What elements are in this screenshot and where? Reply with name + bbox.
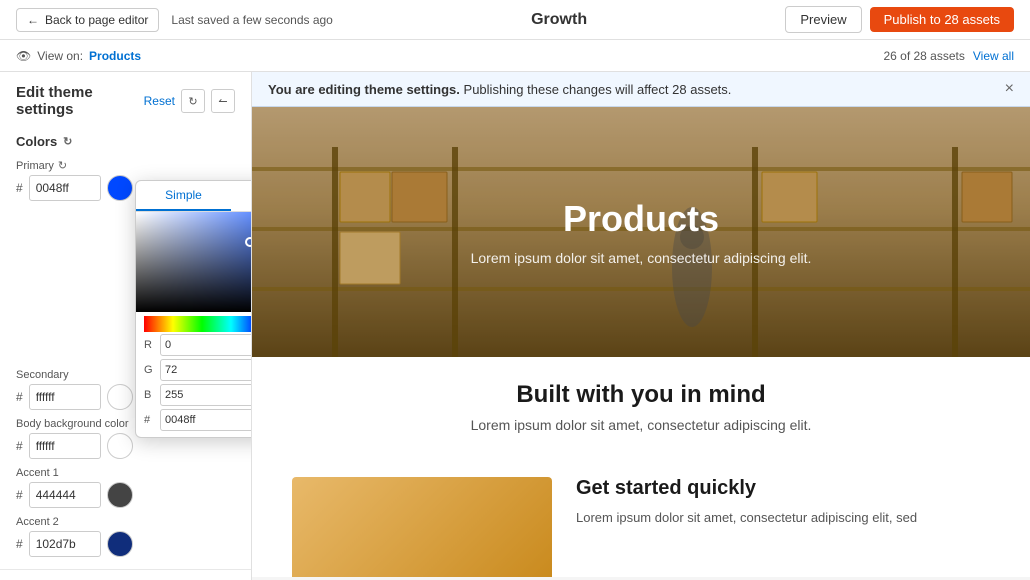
body-bg-swatch[interactable] (107, 433, 133, 459)
b-input[interactable] (160, 384, 252, 406)
asset-count-text: 26 of 28 assets (883, 49, 964, 63)
text-column: Get started quickly Lorem ipsum dolor si… (576, 477, 990, 577)
redo-button[interactable]: ↼ (211, 89, 235, 113)
color-gradient-canvas[interactable] (136, 212, 252, 312)
hero-subtitle: Lorem ipsum dolor sit amet, consectetur … (471, 250, 812, 266)
notification-close-button[interactable]: × (1005, 80, 1014, 98)
simple-tab[interactable]: Simple (136, 181, 231, 211)
accent1-swatch[interactable] (107, 482, 133, 508)
accent1-input-row: # (16, 482, 235, 508)
app-title: Growth (531, 11, 587, 29)
g-row: G (144, 359, 252, 381)
asset-count-section: 26 of 28 assets View all (883, 49, 1014, 63)
preview-area: Products Lorem ipsum dolor sit amet, con… (252, 107, 1030, 577)
primary-color-swatch[interactable] (107, 175, 133, 201)
view-all-link[interactable]: View all (973, 49, 1014, 63)
section-divider (0, 569, 251, 570)
preview-button[interactable]: Preview (785, 6, 861, 33)
section-image-placeholder (292, 477, 552, 577)
color-picker-popup: Simple Advanced R G B (135, 180, 252, 438)
top-bar-right: Preview Publish to 28 assets (785, 6, 1014, 33)
accent1-hash: # (16, 488, 23, 502)
notification-bar: You are editing theme settings. Publishi… (252, 72, 1030, 107)
back-to-editor-button[interactable]: ← Back to page editor (16, 8, 159, 32)
accent2-input[interactable] (29, 531, 101, 557)
primary-color-input[interactable] (29, 175, 101, 201)
chevron-left-icon: ← (27, 13, 39, 27)
r-input[interactable] (160, 334, 252, 356)
b-row: B (144, 384, 252, 406)
panel-title: Edit theme settings (16, 84, 144, 118)
notification-bold: You are editing theme settings. (268, 82, 460, 97)
accent2-hash: # (16, 537, 23, 551)
view-on-label: View on: (37, 49, 83, 63)
g-label: G (144, 364, 156, 376)
publish-button[interactable]: Publish to 28 assets (870, 7, 1014, 32)
accent2-input-row: # (16, 531, 235, 557)
hero-content: Products Lorem ipsum dolor sit amet, con… (252, 107, 1030, 357)
accent1-label: Accent 1 (16, 467, 235, 479)
body-bg-hash: # (16, 439, 23, 453)
picker-cursor (245, 237, 252, 247)
g-input[interactable] (160, 359, 252, 381)
right-panel: You are editing theme settings. Publishi… (252, 72, 1030, 580)
r-row: R (144, 334, 252, 356)
primary-hash: # (16, 181, 23, 195)
col-title: Get started quickly (576, 477, 990, 500)
accent2-color-row: Accent 2 # (0, 512, 251, 561)
advanced-tab[interactable]: Advanced (231, 181, 252, 211)
accent1-color-row: Accent 1 # (0, 463, 251, 512)
section2-body: Lorem ipsum dolor sit amet, consectetur … (292, 417, 990, 433)
picker-sliders: R G B # (136, 316, 252, 437)
colors-label: Colors (16, 134, 57, 149)
left-panel: Edit theme settings Reset ↻ ↼ Colors ↻ P… (0, 72, 252, 580)
panel-header: Edit theme settings Reset ↻ ↼ (0, 72, 251, 126)
notification-text: You are editing theme settings. Publishi… (268, 82, 731, 97)
back-label: Back to page editor (45, 13, 148, 27)
accent2-label: Accent 2 (16, 516, 235, 528)
view-on-value[interactable]: Products (89, 49, 141, 63)
notification-body: Publishing these changes will affect 28 … (464, 82, 732, 97)
accent2-swatch[interactable] (107, 531, 133, 557)
body-bg-input[interactable] (29, 433, 101, 459)
hex-row: # (144, 409, 252, 431)
saved-indicator: Last saved a few seconds ago (171, 13, 332, 27)
asset-bar: 👁 View on: Products 26 of 28 assets View… (0, 40, 1030, 72)
hero-title: Products (471, 198, 812, 240)
accent1-input[interactable] (29, 482, 101, 508)
b-label: B (144, 389, 156, 401)
hex-hash-label: # (144, 414, 156, 426)
picker-tabs: Simple Advanced (136, 181, 252, 212)
secondary-hash: # (16, 390, 23, 404)
top-bar: ← Back to page editor Last saved a few s… (0, 0, 1030, 40)
undo-button[interactable]: ↻ (181, 89, 205, 113)
primary-color-label: Primary ↻ (16, 159, 235, 172)
section2-title: Built with you in mind (292, 381, 990, 409)
primary-refresh-icon[interactable]: ↻ (58, 159, 67, 172)
main-layout: Edit theme settings Reset ↻ ↼ Colors ↻ P… (0, 72, 1030, 580)
refresh-icon[interactable]: ↻ (63, 135, 72, 148)
secondary-color-swatch[interactable] (107, 384, 133, 410)
r-label: R (144, 339, 156, 351)
two-col-section: Get started quickly Lorem ipsum dolor si… (252, 457, 1030, 577)
reset-button[interactable]: Reset (144, 94, 175, 108)
hue-strip[interactable] (144, 316, 252, 332)
panel-actions: Reset ↻ ↼ (144, 89, 235, 113)
hero-text: Products Lorem ipsum dolor sit amet, con… (471, 198, 812, 266)
colors-section-header: Colors ↻ (0, 126, 251, 155)
view-on-section: 👁 View on: Products (16, 49, 141, 63)
content-section: Built with you in mind Lorem ipsum dolor… (252, 357, 1030, 457)
col-body: Lorem ipsum dolor sit amet, consectetur … (576, 508, 990, 528)
secondary-color-input[interactable] (29, 384, 101, 410)
eye-icon: 👁 (16, 49, 31, 63)
hero-section: Products Lorem ipsum dolor sit amet, con… (252, 107, 1030, 357)
hex-input[interactable] (160, 409, 252, 431)
top-bar-left: ← Back to page editor Last saved a few s… (16, 8, 333, 32)
